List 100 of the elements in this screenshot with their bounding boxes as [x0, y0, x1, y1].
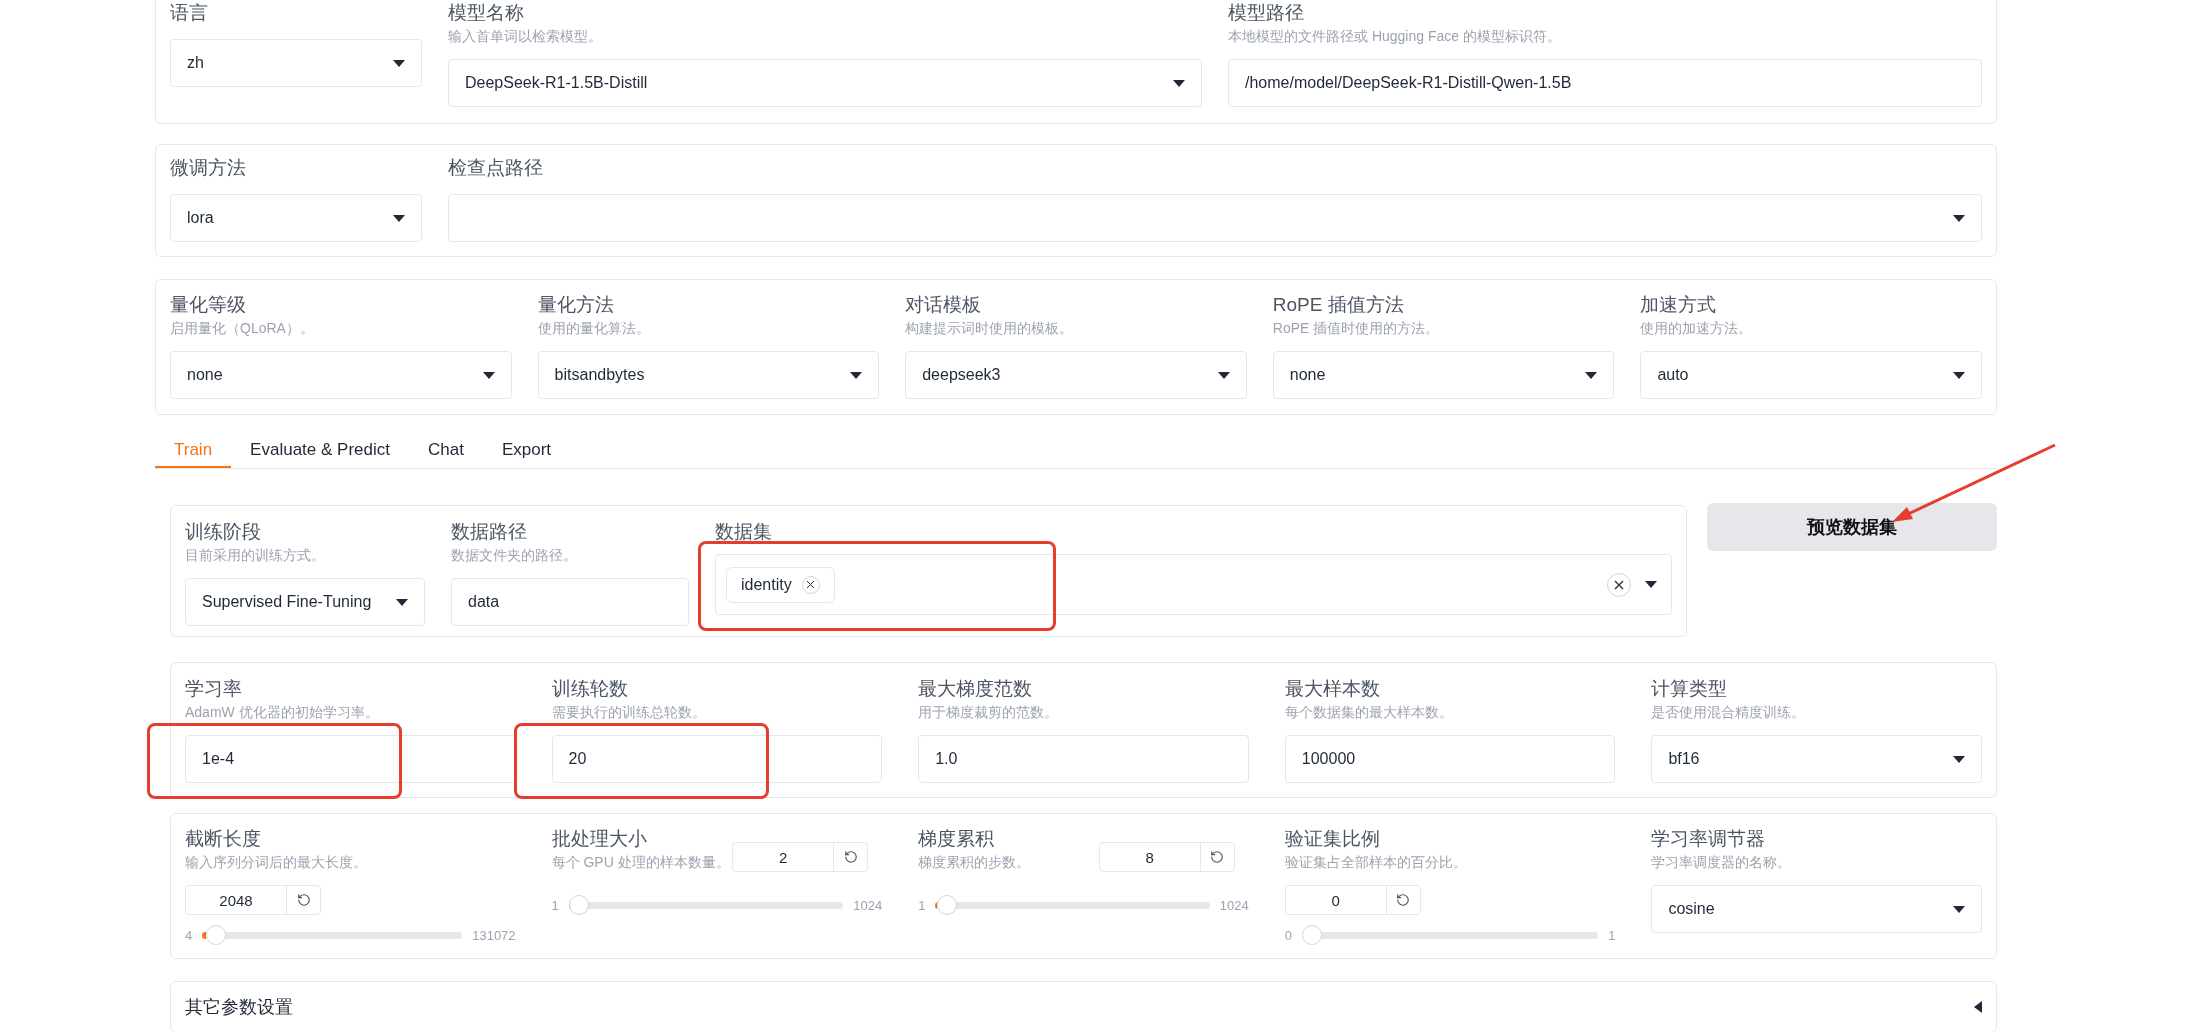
field-hint: 本地模型的文件路径或 Hugging Face 的模型标识符。	[1228, 27, 1562, 46]
slider-max: 131072	[472, 927, 516, 943]
dropdown[interactable]: zh	[170, 39, 422, 87]
field-label: 语言	[170, 1, 209, 25]
field-hint: 验证集占全部样本的百分比。	[1284, 853, 1468, 872]
dropdown[interactable]: lora	[170, 194, 422, 242]
field-hint: 构建提示词时使用的模板。	[905, 319, 1075, 338]
dropdown[interactable]: bitsandbytes	[537, 351, 880, 399]
dropdown-caret-icon	[1952, 371, 1965, 379]
field-hint: 使用的加速方法。	[1640, 319, 1754, 338]
collapse-arrow-icon	[1974, 1001, 1982, 1013]
slider-thumb[interactable]	[206, 925, 227, 945]
field-label: 数据路径	[451, 520, 528, 544]
field-hint: 是否使用混合精度训练。	[1651, 703, 1807, 722]
preview-dataset-button[interactable]: 预览数据集	[1707, 503, 1997, 551]
field-hint: 学习率调度器的名称。	[1651, 853, 1793, 872]
field-label: 检查点路径	[448, 156, 544, 180]
dropdown[interactable]: cosine	[1651, 885, 1982, 933]
tab[interactable]: Export	[482, 433, 571, 468]
dropdown-caret-icon	[482, 371, 495, 379]
dropdown[interactable]: bf16	[1651, 735, 1982, 783]
dataset-tag[interactable]: identity	[726, 566, 835, 603]
field-label: 最大样本数	[1284, 677, 1381, 701]
field-label: 量化等级	[170, 293, 247, 317]
input-field[interactable]: 1.0	[918, 735, 1249, 783]
dropdown-caret-icon	[393, 214, 405, 222]
slider-max: 1024	[853, 897, 883, 913]
field-label: 量化方法	[537, 293, 615, 317]
field-label: 学习率调节器	[1651, 827, 1767, 851]
slider-min: 4	[185, 927, 193, 943]
slider-thumb[interactable]	[569, 895, 590, 915]
field-label: 训练阶段	[185, 520, 262, 544]
dropdown[interactable]: auto	[1640, 351, 1982, 399]
field-label: 最大梯度范数	[918, 677, 1034, 701]
slider[interactable]	[568, 895, 844, 915]
field-label: 批处理大小	[551, 827, 648, 851]
field-hint: 启用量化（QLoRA）。	[170, 319, 315, 338]
field-label: 加速方式	[1640, 293, 1718, 317]
field-hint: 需要执行的训练总轮数。	[551, 703, 707, 722]
field-hint: 每个 GPU 处理的样本数量。	[551, 853, 730, 872]
field-hint: 梯度累积的步数。	[918, 853, 1031, 872]
field-hint: 目前采用的训练方式。	[185, 546, 326, 565]
slider-min: 0	[1284, 927, 1292, 943]
number-field[interactable]: 8	[1098, 842, 1235, 872]
dropdown-caret-icon	[1953, 214, 1965, 222]
dropdown-caret-icon	[393, 59, 405, 67]
field-label: 训练轮数	[551, 677, 629, 701]
field-label: 模型路径	[1228, 1, 1305, 25]
input-field[interactable]: 20	[551, 735, 883, 783]
dropdown[interactable]: deepseek3	[905, 351, 1247, 399]
field-label: 计算类型	[1651, 677, 1729, 701]
multiselect-field[interactable]: identity	[715, 554, 1672, 615]
field-hint: RoPE 插值时使用的方法。	[1272, 319, 1441, 338]
tab[interactable]: Chat	[408, 433, 483, 468]
clear-icon[interactable]	[1607, 572, 1631, 597]
dropdown-caret-icon	[396, 598, 408, 606]
input-field[interactable]: /home/model/DeepSeek-R1-Distill-Qwen-1.5B	[1228, 59, 1982, 107]
field-hint: 输入序列分词后的最大长度。	[185, 853, 368, 872]
input-field[interactable]: 1e-4	[185, 735, 516, 783]
slider-max: 1024	[1219, 897, 1249, 913]
dropdown[interactable]: none	[170, 351, 512, 399]
slider-min: 1	[918, 897, 926, 913]
slider-thumb[interactable]	[1302, 925, 1322, 945]
dropdown-caret-icon	[850, 371, 863, 379]
number-field[interactable]: 2	[732, 842, 869, 872]
dropdown[interactable]: none	[1272, 351, 1615, 399]
field-hint: 使用的量化算法。	[537, 319, 651, 338]
accordion-header[interactable]: 其它参数设置	[170, 981, 1997, 1032]
tab[interactable]: Evaluate & Predict	[231, 433, 409, 468]
slider[interactable]	[202, 925, 463, 945]
field-hint: 输入首单词以检索模型。	[448, 27, 603, 46]
field-label: 模型名称	[448, 1, 525, 25]
field-label: 验证集比例	[1284, 827, 1381, 851]
field-label: 数据集	[715, 520, 773, 544]
dropdown[interactable]: DeepSeek-R1-1.5B-Distill	[448, 59, 1202, 107]
dropdown[interactable]: Supervised Fine-Tuning	[185, 578, 425, 626]
slider-min: 1	[551, 897, 559, 913]
dropdown-caret-icon	[1952, 755, 1965, 763]
dropdown-caret-icon	[1952, 905, 1965, 913]
slider[interactable]	[1302, 925, 1599, 945]
slider-max: 1	[1608, 927, 1616, 943]
remove-tag-icon[interactable]	[801, 575, 820, 594]
dropdown-caret-icon	[1217, 371, 1230, 379]
input-field[interactable]: data	[451, 578, 689, 626]
field-hint: AdamW 优化器的初始学习率。	[185, 703, 380, 722]
field-label: 对话模板	[905, 293, 983, 317]
field-hint: 数据文件夹的路径。	[451, 546, 578, 565]
field-label: RoPE 插值方法	[1272, 293, 1405, 317]
dropdown[interactable]	[448, 194, 1982, 242]
slider-thumb[interactable]	[937, 895, 958, 915]
slider[interactable]	[935, 895, 1210, 915]
dropdown-caret-icon	[1585, 371, 1598, 379]
dropdown-caret-icon	[1645, 581, 1657, 588]
field-label: 学习率	[185, 677, 243, 701]
field-label: 截断长度	[185, 827, 262, 851]
field-label: 微调方法	[170, 156, 247, 180]
number-field[interactable]: 0	[1284, 885, 1421, 915]
field-label: 梯度累积	[918, 827, 996, 851]
input-field[interactable]: 100000	[1284, 735, 1616, 783]
number-field[interactable]: 2048	[185, 885, 321, 915]
